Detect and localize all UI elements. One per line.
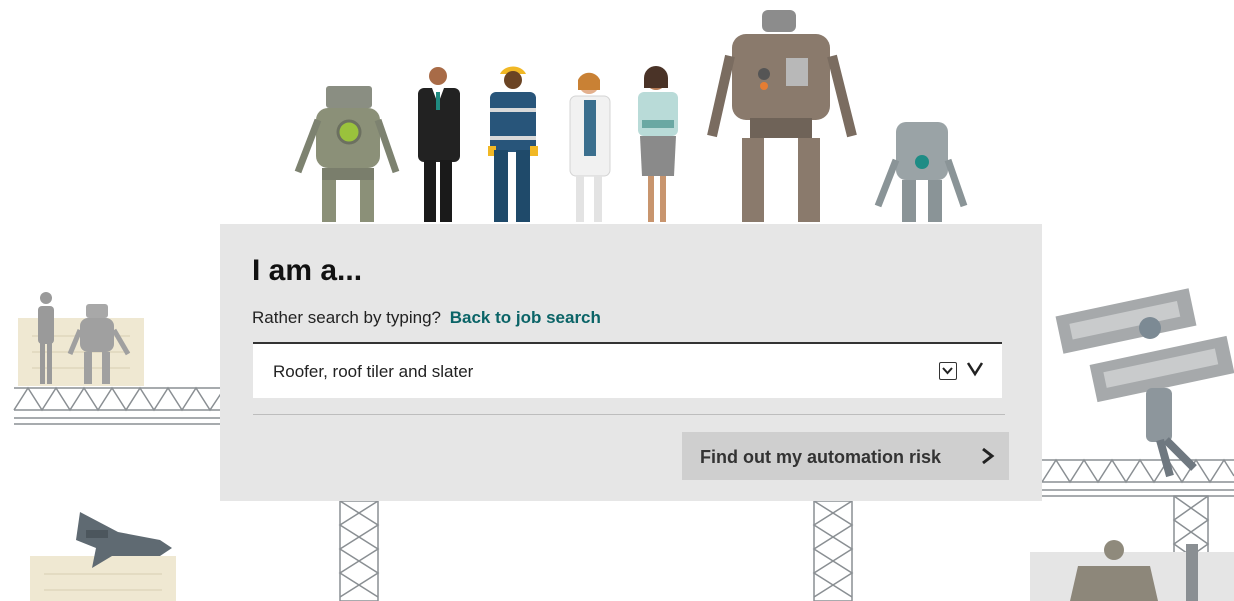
left-truss-bridge	[13, 386, 223, 425]
occupation-select-value: Roofer, roof tiler and slater	[273, 362, 474, 381]
construction-worker-figure	[488, 66, 538, 222]
occupation-select[interactable]: Roofer, roof tiler and slater	[253, 342, 1002, 398]
right-truss-bridge	[1041, 458, 1234, 497]
businessman-figure	[418, 67, 460, 222]
search-prompt-line: Rather search by typing? Back to job sea…	[252, 308, 601, 328]
bottom-right-robot-billboard	[1030, 540, 1234, 601]
occupation-panel: I am a... Rather search by typing? Back …	[220, 224, 1042, 501]
page-title: I am a...	[252, 254, 363, 287]
small-grey-robot	[874, 122, 968, 222]
left-billboard-illustration	[18, 292, 144, 386]
checkbox-icon	[939, 362, 957, 380]
back-to-job-search-link[interactable]: Back to job search	[450, 308, 601, 327]
search-prompt-text: Rather search by typing?	[252, 308, 441, 327]
right-flying-robot	[1055, 288, 1234, 478]
chevron-right-icon	[980, 446, 996, 469]
divider	[253, 414, 1005, 415]
bottom-left-billboard	[30, 512, 176, 601]
find-automation-risk-button[interactable]: Find out my automation risk	[682, 432, 1009, 480]
office-woman-figure	[638, 66, 678, 222]
find-automation-risk-label: Find out my automation risk	[700, 447, 942, 467]
green-robot	[294, 86, 400, 222]
chevron-down-icon	[965, 358, 985, 383]
workers-and-robots-lineup	[294, 10, 968, 222]
doctor-figure	[569, 72, 611, 222]
large-brown-robot	[707, 10, 857, 222]
